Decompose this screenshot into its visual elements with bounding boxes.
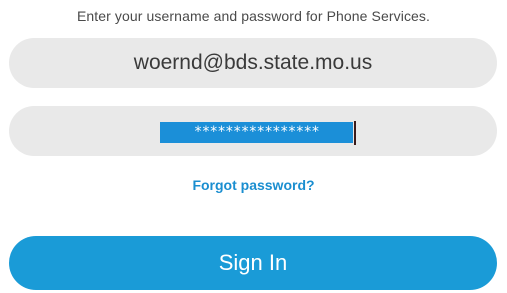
text-caret bbox=[354, 121, 356, 145]
password-field[interactable]: **************** bbox=[9, 106, 497, 156]
login-form: Enter your username and password for Pho… bbox=[0, 0, 507, 293]
password-value[interactable]: **************** bbox=[160, 122, 353, 143]
instruction-text: Enter your username and password for Pho… bbox=[76, 8, 431, 24]
forgot-password-link[interactable]: Forgot password? bbox=[0, 177, 507, 193]
sign-in-button[interactable]: Sign In bbox=[9, 236, 497, 290]
username-value[interactable]: woernd@bds.state.mo.us bbox=[9, 38, 497, 88]
username-field[interactable]: woernd@bds.state.mo.us bbox=[9, 38, 497, 88]
